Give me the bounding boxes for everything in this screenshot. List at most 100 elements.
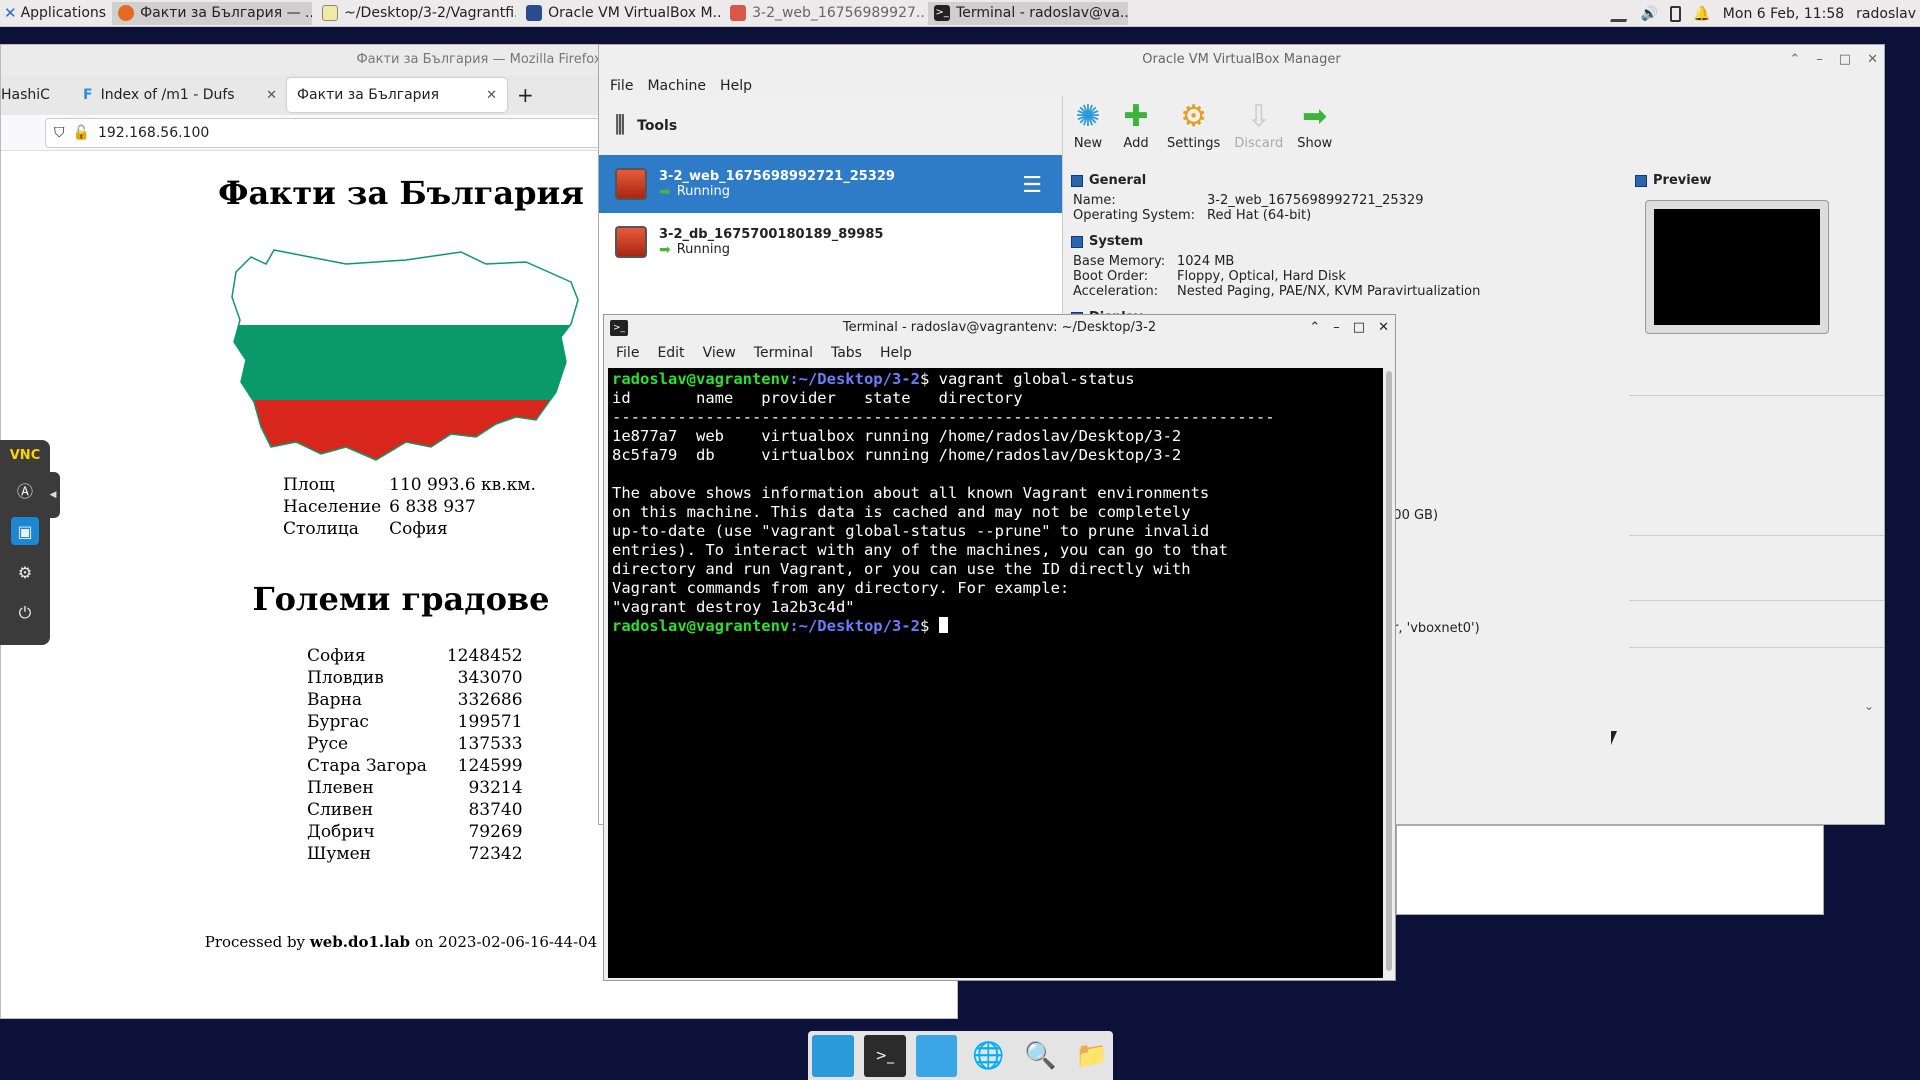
preview-icon — [1635, 174, 1647, 187]
gear-icon[interactable]: ⚙ — [11, 558, 39, 586]
user-menu[interactable]: radoslav — [1856, 6, 1916, 22]
settings-button[interactable]: ⚙ Settings — [1167, 100, 1220, 168]
terminal-icon: >_ — [934, 5, 951, 21]
preview-screen — [1654, 209, 1820, 325]
show-desktop-icon[interactable] — [812, 1034, 854, 1077]
table-row: Стара Загора 124599 — [307, 756, 523, 776]
file-manager-icon[interactable] — [915, 1034, 958, 1077]
tab-dufs-index[interactable]: F Index of /m1 - Dufs ✕ — [73, 78, 287, 112]
chevron-up-icon[interactable]: ⌃ — [1309, 315, 1320, 341]
tab-bulgaria-facts[interactable]: Факти за България ✕ — [287, 78, 507, 112]
clock[interactable]: Mon 6 Feb, 11:58 — [1723, 6, 1844, 22]
virtualbox-title-bar: Oracle VM VirtualBox Manager ⌃ – □ ✕ — [599, 45, 1884, 75]
close-tab-icon[interactable]: ✕ — [486, 88, 497, 103]
table-row: Варна 332686 — [307, 690, 523, 710]
running-arrow-icon: ➡ — [659, 241, 671, 258]
terminal-output[interactable]: radoslav@vagrantenv:~/Desktop/3-2$ vagra… — [608, 368, 1383, 978]
divider — [1629, 647, 1884, 648]
vm-item-web[interactable]: 3-2_web_1675698992721_25329 ➡ Running ☰ — [599, 155, 1062, 213]
menu-terminal[interactable]: Terminal — [754, 345, 813, 361]
applications-menu-button[interactable]: ✕ Applications — [0, 0, 112, 27]
virtualbox-menu-bar: File Machine Help — [599, 75, 1884, 97]
volume-icon[interactable]: 🔊 — [1641, 6, 1658, 22]
app-finder-icon[interactable]: 🔍 — [1019, 1035, 1061, 1077]
new-tab-button[interactable]: + — [507, 78, 544, 112]
new-button[interactable]: ✺ New — [1071, 100, 1105, 168]
network-icon[interactable] — [1610, 5, 1632, 22]
close-tab-icon[interactable]: ✕ — [266, 88, 277, 103]
terminal-menu-bar: File Edit View Terminal Tabs Help — [604, 341, 1395, 365]
close-icon[interactable]: ✕ — [1378, 315, 1389, 341]
table-row: Добрич 79269 — [307, 822, 523, 842]
divider — [1629, 395, 1884, 396]
web-browser-icon[interactable]: 🌐 — [967, 1035, 1009, 1077]
firefox-icon — [118, 5, 135, 21]
menu-machine[interactable]: Machine — [647, 78, 706, 94]
virtualbox-icon — [526, 5, 543, 21]
chevron-up-icon[interactable]: ⌃ — [1789, 45, 1800, 75]
keyboard-icon[interactable]: Ⓐ — [11, 476, 39, 504]
table-row: Население 6 838 937 — [283, 497, 476, 517]
notification-bell-icon[interactable]: 🔔 — [1693, 6, 1710, 22]
vnc-collapse-handle[interactable]: ◀ — [46, 472, 60, 518]
table-row: Бургас 199571 — [307, 712, 523, 732]
menu-view[interactable]: View — [703, 345, 736, 361]
dufs-favicon-icon: F — [83, 87, 93, 103]
show-button[interactable]: ➡ Show — [1297, 100, 1332, 168]
scrollbar[interactable] — [1386, 371, 1392, 971]
folder-icon[interactable]: 📁 — [1071, 1035, 1113, 1077]
add-button[interactable]: ✚ Add — [1119, 100, 1153, 168]
cities-table: София 1248452 Пловдив 343070 Варна 332686 Б… — [307, 645, 523, 865]
battery-icon[interactable] — [1670, 5, 1682, 22]
power-icon[interactable]: ⏻ — [11, 599, 39, 627]
vm-item-db[interactable]: 3-2_db_1675700180189_89985 ➡ Running — [599, 213, 1062, 271]
vm-menu-icon[interactable]: ☰ — [1022, 173, 1042, 198]
shield-icon[interactable]: ⛉ — [54, 125, 65, 141]
dock: >_ 🌐 🔍 📁 — [808, 1031, 1113, 1080]
table-row: Пловдив 343070 — [307, 668, 523, 688]
discard-arrow-icon: ⇩ — [1246, 99, 1272, 134]
table-row: Площ 110 993.6 кв.км. — [283, 475, 536, 495]
menu-help[interactable]: Help — [880, 345, 912, 361]
virtualbox-toolbar: ✺ New ✚ Add ⚙ Settings ⇩ Discard ➡ Show — [1065, 96, 1884, 168]
terminal-icon[interactable]: >_ — [863, 1034, 906, 1077]
minimize-icon[interactable]: – — [1333, 315, 1340, 341]
preview-section-header[interactable]: Preview — [1629, 168, 1884, 193]
task-vm-window[interactable]: 3-2_web_16756989927... — [724, 2, 924, 25]
system-icon — [1071, 235, 1083, 248]
system-tray: 🔊 🔔 Mon 6 Feb, 11:58 radoslav — [1610, 0, 1916, 27]
chevron-down-icon[interactable]: ⌄ — [1864, 699, 1874, 713]
table-row: Русе 137533 — [307, 734, 523, 754]
maximize-icon[interactable]: □ — [1353, 315, 1365, 341]
general-section-header[interactable]: General — [1065, 168, 1628, 193]
task-editor[interactable]: ~/Desktop/3-2/Vagrantfi... — [316, 2, 516, 25]
text-cursor — [938, 617, 948, 633]
menu-tabs[interactable]: Tabs — [831, 345, 862, 361]
divider — [1629, 600, 1884, 601]
task-firefox[interactable]: Факти за България — ... — [112, 1, 313, 25]
maximize-icon[interactable]: □ — [1839, 45, 1851, 75]
redhat-vm-icon — [615, 226, 647, 258]
add-icon: ✚ — [1123, 99, 1149, 134]
tools-item[interactable]: ⫼ Tools — [599, 96, 1062, 155]
preview-panel: Preview — [1629, 168, 1884, 368]
minimize-icon[interactable]: – — [1816, 45, 1823, 75]
url-bar[interactable]: ⛉ 🔓 192.168.56.100 — [45, 117, 605, 148]
menu-file[interactable]: File — [616, 345, 639, 361]
tab-hashicorp[interactable]: HashiC — [1, 78, 73, 112]
discard-button[interactable]: ⇩ Discard — [1234, 100, 1283, 168]
system-section-header[interactable]: System — [1065, 229, 1628, 254]
lock-icon[interactable]: 🔓 — [73, 125, 90, 141]
close-icon[interactable]: ✕ — [1867, 45, 1878, 75]
menu-edit[interactable]: Edit — [657, 345, 684, 361]
clipboard-icon[interactable]: ▣ — [11, 517, 39, 545]
xfce-icon: ✕ — [4, 4, 17, 22]
task-terminal[interactable]: >_ Terminal - radoslav@va... — [928, 1, 1129, 25]
vm-icon — [730, 5, 747, 21]
system-details: Base Memory: 1024 MB Boot Order: Floppy, O… — [1073, 254, 1481, 299]
table-row: Столица София — [283, 519, 448, 539]
menu-file[interactable]: File — [610, 78, 633, 94]
task-virtualbox[interactable]: Oracle VM VirtualBox M... — [520, 2, 720, 25]
bulgaria-flag-map — [231, 249, 579, 461]
menu-help[interactable]: Help — [720, 78, 752, 94]
